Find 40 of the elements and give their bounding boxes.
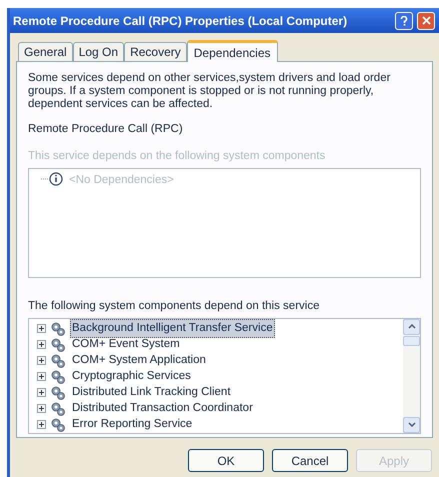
tree-item[interactable]: Distributed Link Tracking Client [70, 384, 233, 402]
tree-item[interactable]: COM+ Event System [70, 336, 182, 354]
tab[interactable]: Log On [72, 42, 124, 61]
tree-item[interactable]: Background Intelligent Transfer Service [70, 319, 275, 338]
depends-on-label: This service depends on the following system components [28, 149, 326, 164]
description-text: Some services depend on other services,system drivers and load order groups. If a system component is stopped or is not running properly, dependent services can be affected. [28, 72, 392, 111]
close-icon [422, 16, 430, 25]
scroll-up-button[interactable] [403, 318, 420, 335]
expand-icon[interactable] [37, 372, 46, 382]
gears-icon [50, 336, 66, 353]
expand-icon[interactable] [37, 340, 46, 350]
gears-icon [50, 320, 66, 337]
tree-item[interactable]: Error Reporting Service [70, 416, 194, 433]
gears-icon [50, 368, 66, 385]
window-title: Remote Procedure Call (RPC) Properties (Local Computer) [13, 12, 348, 30]
help-button[interactable] [395, 12, 413, 30]
dialog-button[interactable]: OK [188, 449, 264, 472]
expand-icon[interactable] [37, 404, 46, 414]
scrollbar[interactable] [403, 318, 420, 433]
service-name: Remote Procedure Call (RPC) [28, 122, 184, 137]
dependents-label: The following system components depend on this service [28, 298, 320, 314]
tab[interactable]: Recovery [124, 42, 187, 61]
gears-icon [50, 400, 66, 417]
expand-icon[interactable] [37, 356, 46, 366]
dialog-button[interactable]: Cancel [272, 449, 348, 472]
tab[interactable]: Dependencies [186, 40, 278, 62]
gears-icon [50, 384, 66, 401]
tree-item[interactable]: Distributed Transaction Coordinator [70, 400, 255, 418]
tab[interactable]: General [18, 42, 73, 61]
info-icon [41, 172, 65, 188]
help-icon [400, 16, 408, 26]
tree-item[interactable]: COM+ System Application [70, 352, 208, 370]
scroll-thumb[interactable] [403, 336, 420, 346]
expand-icon[interactable] [37, 420, 46, 430]
close-button[interactable] [417, 12, 435, 30]
gears-icon [50, 352, 66, 369]
tree-item[interactable]: Cryptographic Services [70, 368, 193, 386]
expand-icon[interactable] [37, 324, 46, 334]
scroll-down-button[interactable] [403, 416, 420, 433]
expand-icon[interactable] [37, 388, 46, 398]
